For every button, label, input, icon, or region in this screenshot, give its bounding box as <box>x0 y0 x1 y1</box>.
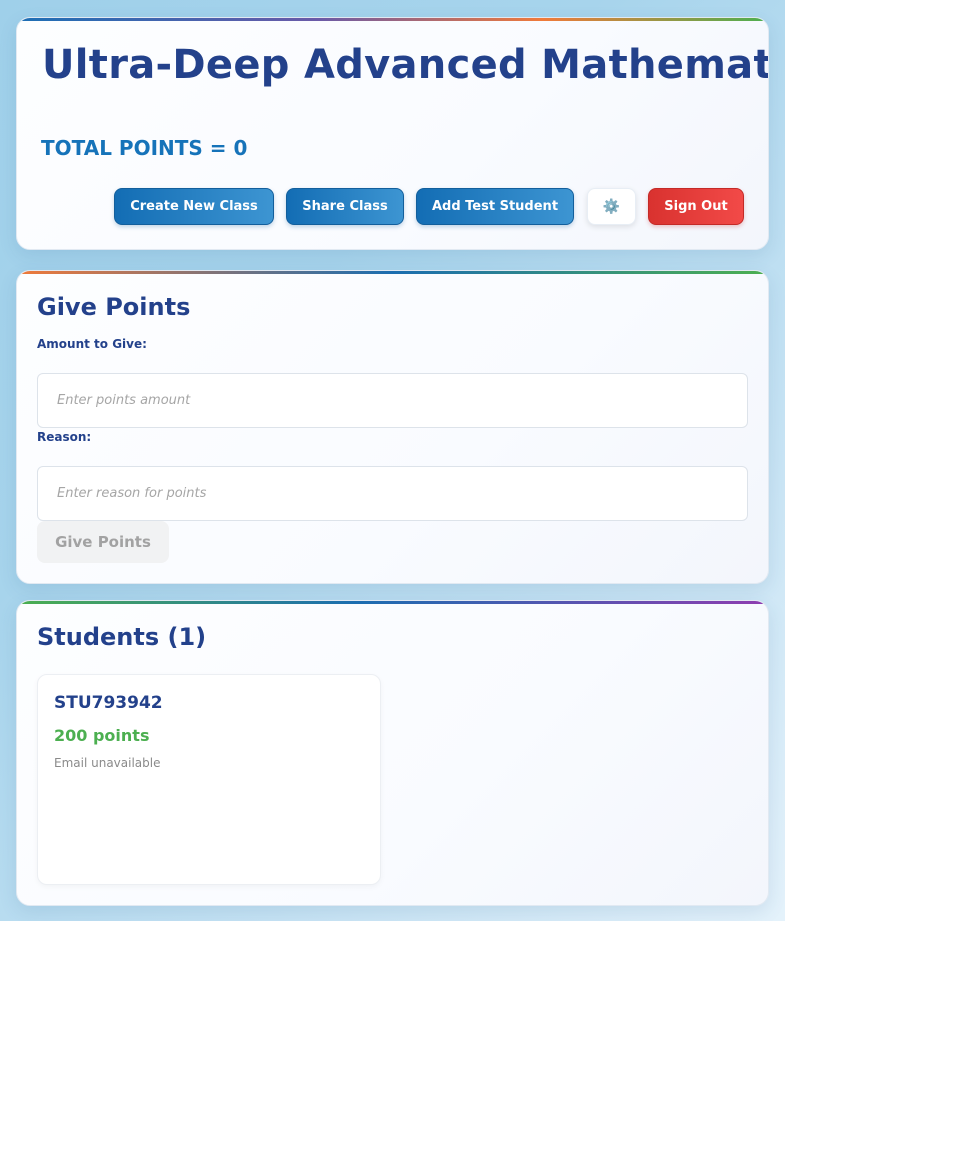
give-points-button[interactable]: Give Points <box>37 521 169 563</box>
give-points-heading: Give Points <box>37 293 191 321</box>
total-points-display: TOTAL POINTS = 0 <box>41 136 248 160</box>
reason-label: Reason: <box>37 430 92 444</box>
student-id: STU793942 <box>54 693 163 713</box>
student-card[interactable]: STU793942 200 points Email unavailable <box>37 674 381 885</box>
gear-icon: ⚙️ <box>602 198 621 215</box>
give-points-card: Give Points Amount to Give: Reason: Give… <box>16 270 769 584</box>
app-background: Ultra-Deep Advanced Mathematics TOTAL PO… <box>0 0 785 921</box>
student-points: 200 points <box>54 726 150 745</box>
reason-input[interactable] <box>37 466 748 521</box>
create-new-class-button[interactable]: Create New Class <box>114 188 274 225</box>
students-accent-bar <box>17 601 768 604</box>
add-test-student-button[interactable]: Add Test Student <box>416 188 574 225</box>
students-card: Students (1) STU793942 200 points Email … <box>16 600 769 906</box>
students-heading: Students (1) <box>37 623 207 651</box>
class-title: Ultra-Deep Advanced Mathematics <box>42 42 769 88</box>
amount-label: Amount to Give: <box>37 337 147 351</box>
points-amount-input[interactable] <box>37 373 748 428</box>
sign-out-button[interactable]: Sign Out <box>648 188 744 225</box>
settings-button[interactable]: ⚙️ <box>587 188 636 225</box>
header-accent-bar <box>17 18 768 21</box>
share-class-button[interactable]: Share Class <box>286 188 404 225</box>
give-points-accent-bar <box>17 271 768 274</box>
student-email: Email unavailable <box>54 756 161 770</box>
class-header-card: Ultra-Deep Advanced Mathematics TOTAL PO… <box>16 17 769 250</box>
